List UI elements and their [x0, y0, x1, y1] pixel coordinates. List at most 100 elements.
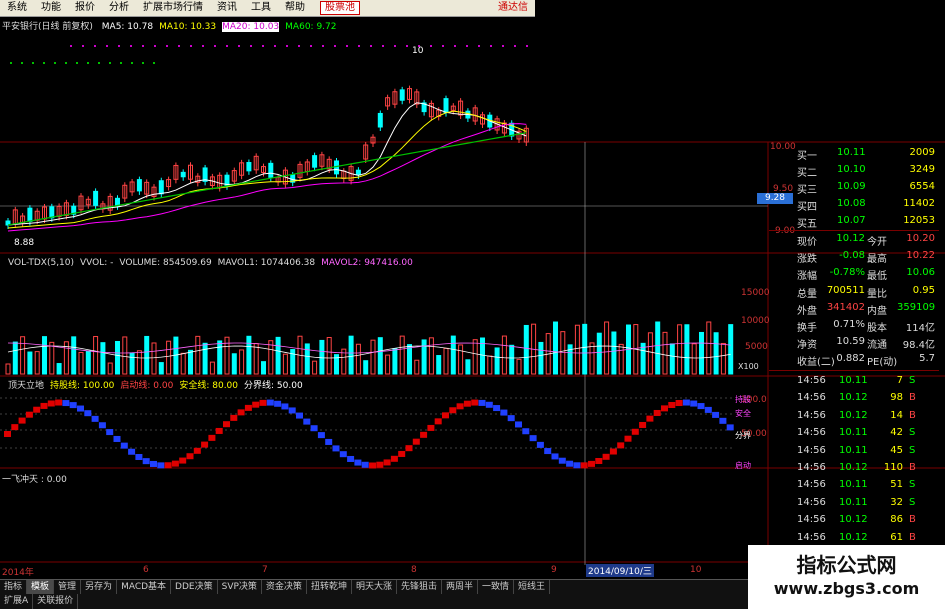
indicator-step: [588, 460, 595, 467]
volume-bar: [231, 353, 237, 375]
indicator-step: [310, 425, 318, 432]
volume-bar: [85, 350, 91, 375]
indicator-tab[interactable]: 明天大涨: [352, 580, 397, 595]
menu-item-analysis[interactable]: 分析: [102, 0, 136, 16]
menu-item-system[interactable]: 系统: [0, 0, 34, 16]
indicator-tab[interactable]: 短线王: [514, 580, 551, 595]
menu-item-ext-market[interactable]: 扩展市场行情: [136, 0, 210, 16]
volume-bar: [224, 336, 230, 375]
stat-label: 换手: [797, 323, 817, 334]
time-label-2014: 2014年: [2, 568, 34, 578]
signal-dot: [454, 45, 456, 47]
volume-bar: [78, 351, 84, 375]
signal-dot: [238, 45, 240, 47]
menu-item-function[interactable]: 功能: [34, 0, 68, 16]
menu-item-tools[interactable]: 工具: [244, 0, 278, 16]
time-label-9: 9: [551, 565, 557, 575]
indicator-step: [215, 427, 223, 434]
tick-price: 10.12: [839, 462, 868, 473]
volume-bar: [166, 340, 172, 375]
extension-tab[interactable]: 扩展A: [0, 594, 34, 609]
volume-bar: [326, 337, 332, 375]
candle-body: [312, 155, 318, 168]
volume-bar: [348, 335, 354, 375]
bid-price: 10.11: [837, 147, 866, 158]
indicator-tab[interactable]: MACD基本: [117, 580, 172, 595]
indicator-legend: 顶天立地 持股线: 100.00 启动线: 0.00 安全线: 80.00 分界线: 5…: [2, 378, 303, 391]
volume-bar: [12, 341, 18, 375]
volume-bar: [107, 362, 113, 375]
watermark: 指标公式网 www.zbgs3.com: [748, 545, 945, 609]
tick-price: 10.12: [839, 531, 868, 543]
indicator-step: [719, 417, 727, 424]
indicator-tab[interactable]: 模板: [27, 580, 55, 595]
indicator-tab[interactable]: 管理: [54, 580, 82, 595]
vol-axis-5000: 5000: [745, 342, 768, 352]
volume-bar: [27, 351, 33, 375]
order-book-row: 买二 10.10 3249: [769, 163, 935, 179]
stock-pool-button[interactable]: 股票池: [320, 1, 360, 15]
indicator-step: [303, 418, 311, 425]
volume-legend-item: VOLUME: 854509.69: [119, 258, 212, 268]
candle-body: [49, 206, 55, 219]
signal-dot: [514, 45, 516, 47]
volume-bar: [261, 361, 266, 375]
signal-dot: [118, 45, 120, 47]
tick-side: B: [909, 462, 916, 473]
indicator-step: [317, 432, 325, 439]
volume-bar: [662, 331, 668, 375]
indicator-step: [420, 431, 428, 438]
tick-price: 10.11: [839, 479, 868, 491]
signal-dot: [70, 45, 72, 47]
volume-bar: [458, 344, 464, 375]
tick-price: 10.12: [839, 514, 868, 526]
indicator-step: [507, 415, 515, 422]
volume-bar: [122, 336, 128, 375]
signal-dot: [142, 62, 144, 64]
candle-body: [377, 112, 383, 128]
menu-item-help[interactable]: 帮助: [278, 0, 312, 16]
panel-divider: [769, 230, 939, 231]
indicator-tab[interactable]: 另存为: [81, 580, 118, 595]
tick-row: 14:56 10.11 45 S: [769, 444, 935, 460]
indicator-step: [369, 462, 376, 469]
stat-value: 10.06: [906, 267, 935, 279]
bid-label: 买三: [797, 185, 817, 196]
indicator-tab[interactable]: 先锋狙击: [397, 580, 442, 595]
menu-item-news[interactable]: 资讯: [210, 0, 244, 16]
indicator-step: [274, 400, 282, 407]
tick-time: 14:56: [797, 514, 826, 526]
indicator-tab[interactable]: 一致情: [478, 580, 515, 595]
indicator-tab[interactable]: 资金决策: [262, 580, 307, 595]
candle-body: [246, 162, 252, 172]
indicator-step: [288, 407, 296, 414]
indicator-step: [522, 428, 530, 435]
indicator-step: [18, 417, 26, 424]
tick-price: 10.11: [839, 496, 868, 508]
indicator-step: [405, 445, 413, 452]
indicator-tab[interactable]: 指标: [0, 580, 28, 595]
menu-item-quote[interactable]: 报价: [68, 0, 102, 16]
signal-dot: [98, 62, 100, 64]
volume-bar: [553, 321, 558, 375]
volume-bar: [195, 335, 201, 375]
signal-dot: [190, 45, 192, 47]
volume-bar: [312, 360, 318, 375]
indicator-tab[interactable]: 扭转乾坤: [307, 580, 352, 595]
indicator-tab[interactable]: SVP决策: [218, 580, 262, 595]
tick-volume: 14: [890, 409, 903, 421]
indicator-step: [639, 421, 647, 428]
extension-tab[interactable]: 关联报价: [33, 594, 79, 609]
volume-bar: [720, 342, 726, 375]
indicator-tab[interactable]: 两周半: [442, 580, 478, 595]
signal-dot: [109, 62, 111, 64]
volume-bar: [56, 363, 62, 375]
indicator-legend-item: 持股线: 100.00: [50, 381, 115, 391]
indicator-step: [529, 435, 537, 442]
volume-bar: [304, 343, 310, 375]
indicator-tab[interactable]: DDE决策: [171, 580, 218, 595]
volume-bar: [209, 361, 215, 375]
tick-side: S: [909, 496, 916, 508]
signal-dot: [82, 45, 84, 47]
signal-dot: [76, 62, 78, 64]
